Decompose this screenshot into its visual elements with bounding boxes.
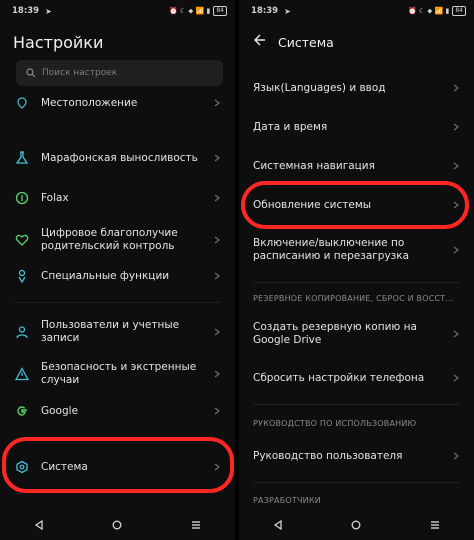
back-arrow-icon[interactable] — [253, 33, 267, 47]
status-time: 18:39 — [251, 6, 279, 16]
settings-item-label: Специальные функции — [41, 269, 170, 282]
chevron-right-icon — [453, 452, 459, 460]
settings-item-label: Марафонская выносливость — [41, 151, 198, 164]
system-item-label: Включение/выключение по расписанию и пер… — [253, 237, 410, 262]
settings-item-label: Folax — [41, 191, 69, 204]
system-item-label: Дата и время — [253, 120, 328, 133]
chevron-right-icon — [453, 123, 459, 131]
chevron-right-icon — [214, 328, 220, 336]
settings-item-label: Пользователи и учетные записи — [41, 319, 180, 344]
chevron-right-icon — [453, 162, 459, 170]
warning-icon — [14, 366, 30, 382]
settings-item-users[interactable]: Пользователи и учетные записи — [0, 318, 235, 346]
settings-item-google[interactable]: Google — [0, 402, 235, 420]
system-screen: 18:39 ➤ ⏰ ☾ ⬥ 📶 ▮ 84 Система Язык(Langua… — [239, 0, 474, 540]
settings-item-security[interactable]: Безопасность и экстренные случаи — [0, 360, 235, 388]
status-time: 18:39 — [12, 6, 40, 16]
system-item-date-time[interactable]: Дата и время — [239, 119, 474, 135]
system-item-label: Язык(Languages) и ввод — [253, 81, 386, 94]
navigation-bar — [239, 510, 474, 540]
chevron-right-icon — [214, 194, 220, 202]
search-input[interactable]: Поиск настроек — [16, 60, 223, 86]
chevron-right-icon — [214, 154, 220, 162]
divider — [253, 482, 460, 483]
recents-nav-icon[interactable] — [430, 520, 440, 530]
home-nav-icon[interactable] — [351, 520, 361, 530]
user-icon — [14, 324, 30, 340]
system-item-label: Руководство пользователя — [253, 449, 403, 462]
navigation-arrow-icon: ➤ — [45, 6, 52, 16]
chevron-right-icon — [214, 407, 220, 415]
system-item-schedule-power[interactable]: Включение/выключение по расписанию и пер… — [239, 236, 474, 264]
settings-screen: 18:39 ➤ ⏰ ☾ ⬥ 📶 ▮ 84 Настройки Поиск нас… — [0, 0, 235, 540]
back-nav-icon[interactable] — [34, 520, 44, 530]
system-item-label: Сбросить настройки телефона — [253, 371, 425, 384]
settings-item-label: Безопасность и экстренные случаи — [41, 361, 197, 386]
heart-shield-icon — [14, 232, 30, 248]
divider — [253, 282, 460, 283]
divider — [14, 302, 221, 303]
status-bar: 18:39 ➤ ⏰ ☾ ⬥ 📶 ▮ 84 — [12, 4, 227, 18]
chevron-right-icon — [214, 99, 220, 107]
battery-icon: 84 — [452, 6, 466, 16]
search-icon — [26, 68, 36, 78]
system-item-label: Системная навигация — [253, 159, 375, 172]
accessibility-icon — [14, 268, 30, 284]
home-nav-icon[interactable] — [112, 520, 122, 530]
status-bar: 18:39 ➤ ⏰ ☾ ⬥ 📶 ▮ 84 — [251, 4, 466, 18]
section-header-backup: РЕЗЕРВНОЕ КОПИРОВАНИЕ, СБРОС И ВОССТ... — [253, 294, 454, 303]
chevron-right-icon — [453, 330, 459, 338]
navigation-bar — [0, 510, 235, 540]
location-icon — [14, 95, 30, 111]
folax-icon — [14, 190, 30, 206]
google-icon — [14, 403, 30, 419]
system-item-google-backup[interactable]: Создать резервную копию на Google Drive — [239, 320, 474, 348]
highlight-ring-system — [2, 437, 234, 493]
status-icons: ⏰ ☾ ⬥ 📶 ▮ 84 — [169, 6, 227, 16]
chevron-right-icon — [453, 374, 459, 382]
settings-item-label: Google — [41, 404, 79, 417]
chevron-right-icon — [214, 370, 220, 378]
chevron-right-icon — [214, 236, 220, 244]
chevron-right-icon — [453, 246, 459, 254]
system-item-label: Создать резервную копию на Google Drive — [253, 321, 417, 346]
navigation-arrow-icon: ➤ — [284, 6, 291, 16]
settings-item-digital-wellbeing[interactable]: Цифровое благополучие родительский контр… — [0, 226, 235, 254]
system-item-reset[interactable]: Сбросить настройки телефона — [239, 370, 474, 386]
settings-item-location[interactable]: Местоположение — [0, 95, 235, 111]
settings-item-folax[interactable]: Folax — [0, 189, 235, 207]
chevron-right-icon — [453, 84, 459, 92]
screenshot-composite: 18:39 ➤ ⏰ ☾ ⬥ 📶 ▮ 84 Настройки Поиск нас… — [0, 0, 474, 540]
chevron-right-icon — [214, 272, 220, 280]
search-placeholder: Поиск настроек — [42, 68, 118, 78]
settings-item-label: Цифровое благополучие родительский контр… — [41, 227, 178, 252]
back-nav-icon[interactable] — [273, 520, 283, 530]
page-title: Настройки — [13, 33, 104, 52]
recents-nav-icon[interactable] — [191, 520, 201, 530]
settings-item-marathon[interactable]: Марафонская выносливость — [0, 149, 235, 167]
status-icon-group: ⏰ ☾ ⬥ 📶 ▮ — [168, 6, 211, 15]
battery-icon: 84 — [213, 6, 227, 16]
divider — [253, 404, 460, 405]
system-item-language[interactable]: Язык(Languages) и ввод — [239, 80, 474, 96]
status-icons: ⏰ ☾ ⬥ 📶 ▮ 84 — [408, 6, 466, 16]
status-icon-group: ⏰ ☾ ⬥ 📶 ▮ — [407, 6, 450, 15]
settings-item-accessibility[interactable]: Специальные функции — [0, 267, 235, 285]
system-item-navigation[interactable]: Системная навигация — [239, 158, 474, 174]
section-header-dev: РАЗРАБОТЧИКИ — [253, 496, 321, 505]
system-item-user-guide[interactable]: Руководство пользователя — [239, 448, 474, 464]
flask-icon — [14, 150, 30, 166]
settings-item-label: Местоположение — [41, 96, 138, 109]
section-header-manual: РУКОВОДСТВО ПО ИСПОЛЬЗОВАНИЮ — [253, 419, 417, 428]
highlight-ring-update — [241, 181, 469, 229]
page-title: Система — [278, 35, 334, 50]
